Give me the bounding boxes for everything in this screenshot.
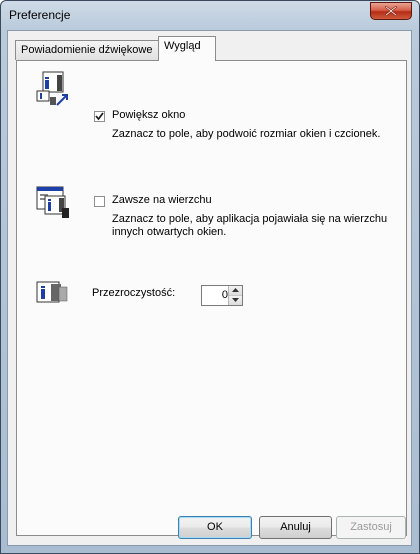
tab-appearance[interactable]: Wygląd (158, 36, 216, 61)
enlarge-window-label: Powiększ okno (112, 109, 186, 121)
transparency-label: Przezroczystość: (92, 287, 176, 299)
close-button[interactable] (370, 2, 412, 20)
window-title: Preferencje (9, 8, 71, 22)
always-on-top-label: Zawsze na wierzchu (112, 194, 212, 206)
enlarge-window-description: Zaznacz to pole, aby podwoić rozmiar oki… (112, 128, 381, 140)
close-icon (385, 6, 397, 16)
always-on-top-icon (36, 186, 69, 218)
apply-button[interactable]: Zastosuj (336, 516, 406, 539)
dialog-client: Powiadomienie dźwiękowe Wygląd Powiększ … (7, 30, 412, 546)
transparency-icon (36, 281, 68, 303)
ok-button[interactable]: OK (178, 516, 252, 539)
appearance-panel: Powiększ okno Zaznacz to pole, aby podwo… (16, 60, 407, 536)
enlarge-window-checkbox[interactable] (94, 111, 105, 122)
check-icon (95, 112, 104, 121)
always-on-top-checkbox[interactable] (94, 196, 105, 207)
spin-down-button[interactable] (229, 296, 242, 305)
title-bar[interactable]: Preferencje (1, 1, 419, 29)
tab-sound-notification[interactable]: Powiadomienie dźwiękowe (15, 40, 159, 60)
arrow-up-icon (232, 288, 239, 292)
cancel-button[interactable]: Anuluj (259, 516, 332, 539)
preferences-window: Preferencje Powiadomienie dźwiękowe Wygl… (0, 0, 420, 554)
arrow-down-icon (232, 298, 239, 302)
transparency-spinner[interactable]: 0 (201, 285, 243, 306)
spinner-buttons (228, 286, 242, 305)
enlarge-window-icon (36, 71, 68, 106)
spin-up-button[interactable] (229, 286, 242, 296)
tab-label: Wygląd (164, 40, 201, 52)
tab-label: Powiadomienie dźwiękowe (21, 44, 153, 56)
always-on-top-description-line2: innych otwartych okien. (112, 226, 227, 238)
